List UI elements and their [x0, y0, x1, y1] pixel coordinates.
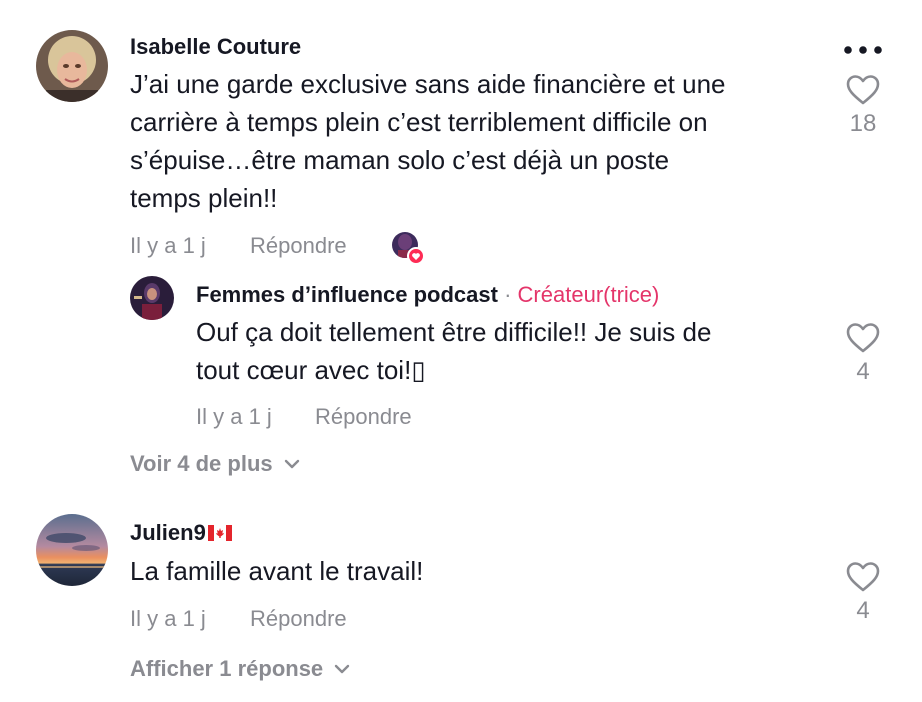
avatar-julien-image: [36, 514, 108, 586]
comment-text: La famille avant le travail!: [130, 552, 423, 590]
heart-outline-icon[interactable]: [846, 74, 880, 106]
avatar-julien[interactable]: [36, 514, 108, 586]
chevron-down-icon: [334, 664, 350, 674]
view-more-replies-label: Voir 4 de plus: [130, 451, 273, 476]
comment-text: J’ai une garde exclusive sans aide finan…: [130, 65, 726, 217]
comment-username-text[interactable]: Julien9: [130, 520, 206, 545]
reply-text-line: tout cœur avec toi!▯: [196, 355, 426, 385]
like-group: 4: [833, 322, 893, 386]
reply-text-line: Ouf ça doit tellement être difficile!! J…: [196, 317, 712, 347]
more-horizontal-icon: [844, 46, 882, 54]
show-replies-label: Afficher 1 réponse: [130, 656, 324, 681]
reply-timestamp: Il y a 1 j: [196, 404, 272, 429]
avatar-creator-image: [130, 276, 174, 320]
reply-button[interactable]: Répondre: [315, 404, 412, 430]
reply-button[interactable]: Répondre: [250, 233, 347, 259]
like-group: 4: [833, 561, 893, 625]
reply-header: Femmes d’influence podcast · Créateur(tr…: [196, 282, 659, 308]
creator-liked-badge: [390, 230, 426, 266]
avatar-creator[interactable]: [130, 276, 174, 320]
comment-text-line: carrière à temps plein c’est terriblemen…: [130, 107, 708, 137]
like-group: 18: [833, 74, 893, 138]
comment-timestamp: Il y a 1 j: [130, 233, 206, 258]
like-count: 18: [849, 110, 877, 137]
comment-text-line: s’épuise…être maman solo c’est déjà un p…: [130, 145, 670, 175]
heart-outline-icon[interactable]: [846, 322, 880, 354]
separator-dot: ·: [504, 282, 512, 307]
comment-username: Julien9: [130, 520, 232, 546]
view-more-replies-button[interactable]: Voir 4 de plus: [130, 451, 301, 477]
chevron-down-icon: [284, 459, 299, 469]
show-replies-button[interactable]: Afficher 1 réponse: [130, 656, 351, 682]
avatar-isabelle-image: [36, 30, 108, 102]
comment-timestamp: Il y a 1 j: [130, 606, 206, 631]
avatar-isabelle[interactable]: [36, 30, 108, 102]
comment-text-line: La famille avant le travail!: [130, 556, 424, 586]
creator-badge: Créateur(trice): [517, 282, 660, 307]
reply-text: Ouf ça doit tellement être difficile!! J…: [196, 313, 711, 389]
reply-username[interactable]: Femmes d’influence podcast: [196, 282, 498, 307]
comment-text-line: J’ai une garde exclusive sans aide finan…: [130, 69, 726, 99]
creator-heart-badge-icon: [392, 232, 425, 265]
like-count: 4: [856, 358, 870, 385]
comment-username[interactable]: Isabelle Couture: [130, 34, 301, 60]
heart-outline-icon[interactable]: [846, 561, 880, 593]
canada-flag-icon: [207, 525, 232, 541]
reply-button[interactable]: Répondre: [250, 606, 347, 632]
more-options-button[interactable]: [842, 42, 884, 58]
like-count: 4: [856, 597, 870, 624]
comment-text-line: temps plein!!: [130, 183, 278, 213]
